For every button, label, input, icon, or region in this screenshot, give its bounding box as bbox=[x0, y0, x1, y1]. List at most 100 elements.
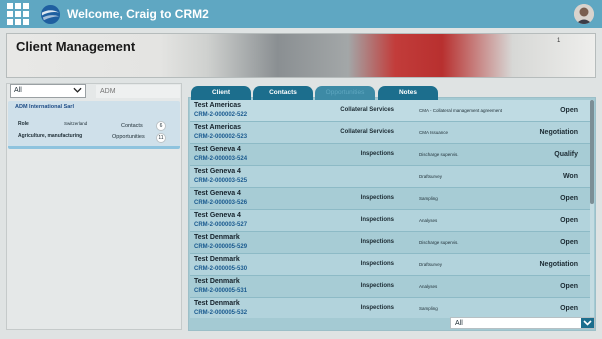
tab-client[interactable]: Client bbox=[191, 86, 251, 100]
service-description: Draftsurvey bbox=[419, 262, 443, 267]
opportunity-code: CRM-2-000003-524 bbox=[194, 156, 248, 162]
client-name: Test Americas bbox=[194, 102, 242, 109]
service-description: Discharge supervis. bbox=[419, 240, 459, 245]
service-description: Discharge supervis. bbox=[419, 152, 459, 157]
service-line: Inspections bbox=[360, 261, 394, 267]
table-row[interactable]: Test Denmark CRM-2-000005-531 Inspection… bbox=[190, 276, 590, 298]
status-badge: Open bbox=[560, 217, 578, 224]
page-title: Client Management bbox=[16, 39, 136, 54]
account-sector: Agriculture, manufacturing bbox=[18, 133, 83, 139]
tab-notes[interactable]: Notes bbox=[378, 86, 438, 100]
service-line: Inspections bbox=[360, 151, 394, 157]
table-row[interactable]: Test Geneva 4 CRM-2-000003-524 Inspectio… bbox=[190, 144, 590, 166]
service-line: Inspections bbox=[360, 283, 394, 289]
table-row[interactable]: Test Geneva 4 CRM-2-000003-525 Draftsurv… bbox=[190, 166, 590, 188]
table-row[interactable]: Test Denmark CRM-2-000005-529 Inspection… bbox=[190, 232, 590, 254]
client-name: Test Denmark bbox=[194, 256, 240, 263]
waffle-dot bbox=[15, 3, 21, 9]
status-badge: Open bbox=[560, 283, 578, 290]
table-row[interactable]: Test Denmark CRM-2-000005-530 Inspection… bbox=[190, 254, 590, 276]
service-description: Sampling bbox=[419, 306, 438, 311]
account-search-input[interactable] bbox=[96, 85, 180, 98]
opportunity-code: CRM-2-000003-527 bbox=[194, 222, 248, 228]
avatar[interactable] bbox=[574, 4, 594, 24]
account-role-value: Switzerland bbox=[64, 121, 88, 126]
account-name: ADM International Sarl bbox=[15, 104, 74, 110]
opportunities-count-badge: 11 bbox=[156, 133, 166, 143]
opportunity-code: CRM-2-000005-531 bbox=[194, 288, 248, 294]
account-filter-select[interactable]: All bbox=[10, 84, 86, 98]
status-filter-toggle[interactable] bbox=[581, 318, 594, 328]
service-line: Inspections bbox=[360, 195, 394, 201]
status-filter-select[interactable]: All bbox=[450, 317, 595, 329]
service-line: Collateral Services bbox=[340, 129, 394, 135]
waffle-dot bbox=[7, 11, 13, 17]
opportunity-code: CRM-2-000003-525 bbox=[194, 178, 248, 184]
client-name: Test Denmark bbox=[194, 234, 240, 241]
service-line: Inspections bbox=[360, 305, 394, 311]
waffle-dot bbox=[23, 11, 29, 17]
service-line: Inspections bbox=[360, 239, 394, 245]
opportunity-list: Test Americas CRM-2-000002-522 Collatera… bbox=[190, 100, 590, 318]
status-badge: Negotiation bbox=[539, 129, 579, 136]
service-description: Draftsurvey bbox=[419, 174, 443, 179]
status-badge: Open bbox=[560, 239, 578, 246]
status-badge: Qualify bbox=[554, 151, 578, 158]
status-filter-value: All bbox=[455, 320, 463, 327]
opportunity-code: CRM-2-000005-532 bbox=[194, 310, 248, 316]
waffle-dot bbox=[7, 3, 13, 9]
waffle-menu-icon[interactable] bbox=[7, 3, 31, 25]
table-row[interactable]: Test Americas CRM-2-000002-523 Collatera… bbox=[190, 122, 590, 144]
waffle-dot bbox=[23, 3, 29, 9]
tab-opportunities[interactable]: Opportunities bbox=[315, 86, 375, 100]
contacts-count-badge: 6 bbox=[156, 121, 166, 131]
service-description: Analyses bbox=[419, 284, 438, 289]
service-description: Sampling bbox=[419, 196, 438, 201]
client-name: Test Geneva 4 bbox=[194, 190, 241, 197]
contacts-label: Contacts bbox=[121, 123, 143, 129]
waffle-dot bbox=[23, 19, 29, 25]
client-name: Test Denmark bbox=[194, 278, 240, 285]
opportunity-code: CRM-2-000002-523 bbox=[194, 134, 248, 140]
waffle-dot bbox=[15, 19, 21, 25]
status-badge: Open bbox=[560, 305, 578, 312]
table-row[interactable]: Test Geneva 4 CRM-2-000003-527 Inspectio… bbox=[190, 210, 590, 232]
waffle-dot bbox=[7, 19, 13, 25]
banner-mark: 1 bbox=[557, 38, 561, 44]
chevron-down-icon bbox=[583, 320, 592, 326]
tab-contacts[interactable]: Contacts bbox=[253, 86, 313, 100]
crm-globe-logo-icon bbox=[40, 4, 61, 25]
opportunity-code: CRM-2-000005-529 bbox=[194, 244, 248, 250]
opportunity-code: CRM-2-000005-530 bbox=[194, 266, 248, 272]
welcome-message: Welcome, Craig to CRM2 bbox=[67, 7, 209, 21]
user-avatar-icon bbox=[574, 4, 594, 24]
status-badge: Open bbox=[560, 195, 578, 202]
table-row[interactable]: Test Americas CRM-2-000002-522 Collatera… bbox=[190, 100, 590, 122]
client-name: Test Geneva 4 bbox=[194, 168, 241, 175]
status-badge: Negotiation bbox=[539, 261, 579, 268]
opportunity-code: CRM-2-000003-526 bbox=[194, 200, 248, 206]
page-banner: Client Management 1 bbox=[6, 33, 596, 78]
account-role-label: Role bbox=[18, 121, 29, 127]
scrollbar-thumb[interactable] bbox=[590, 100, 594, 204]
waffle-dot bbox=[15, 11, 21, 17]
table-row[interactable]: Test Geneva 4 CRM-2-000003-526 Inspectio… bbox=[190, 188, 590, 210]
status-badge: Open bbox=[560, 107, 578, 114]
opportunities-label: Opportunities bbox=[112, 134, 145, 140]
list-scrollbar[interactable] bbox=[590, 100, 594, 318]
service-description: CMA Issuance bbox=[419, 130, 449, 135]
account-filter-value: All bbox=[14, 87, 22, 94]
client-name: Test Denmark bbox=[194, 300, 240, 307]
service-description: Analyses bbox=[419, 218, 438, 223]
account-card[interactable]: ADM International Sarl Role Switzerland … bbox=[8, 101, 180, 149]
client-name: Test Geneva 4 bbox=[194, 146, 241, 153]
top-bar: Welcome, Craig to CRM2 bbox=[0, 0, 602, 28]
client-name: Test Americas bbox=[194, 124, 242, 131]
service-description: CMA - Collateral management agreement bbox=[419, 108, 503, 113]
status-badge: Won bbox=[562, 173, 578, 180]
client-name: Test Geneva 4 bbox=[194, 212, 241, 219]
opportunity-code: CRM-2-000002-522 bbox=[194, 112, 248, 118]
chevron-down-icon bbox=[73, 87, 82, 93]
service-line: Collateral Services bbox=[340, 107, 394, 113]
table-row[interactable]: Test Denmark CRM-2-000005-532 Inspection… bbox=[190, 298, 590, 318]
